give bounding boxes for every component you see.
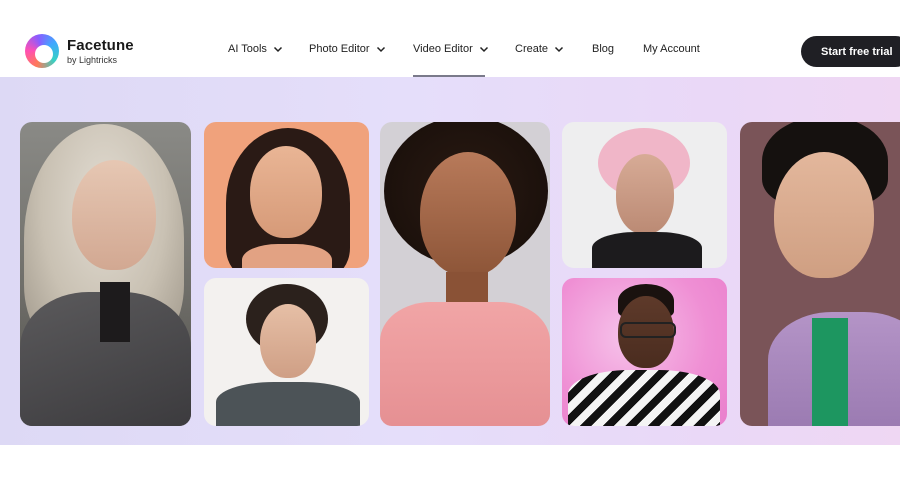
nav-video-editor[interactable]: Video Editor [413,43,489,55]
nav-label: AI Tools [228,43,267,55]
nav-label: Blog [592,43,615,55]
start-free-trial-button[interactable]: Start free trial [801,36,900,67]
nav-label: Video Editor [413,43,473,55]
portrait-woman-orange-bg [204,122,369,268]
chevron-down-icon [376,46,385,53]
hero-photo-grid [0,77,900,445]
facetune-logo[interactable]: Facetune by Lightricks [25,34,134,68]
nav-ai-tools[interactable]: AI Tools [228,43,283,55]
brand-name: Facetune [67,36,134,54]
portrait-man-glasses [562,278,727,426]
cta-label: Start free trial [821,45,893,58]
brand-subtitle: by Lightricks [67,54,118,65]
nav-my-account[interactable]: My Account [643,43,700,55]
nav-create[interactable]: Create [515,43,564,55]
portrait-person-pink-hair [562,122,727,268]
nav-photo-editor[interactable]: Photo Editor [309,43,386,55]
nav-label: Photo Editor [309,43,370,55]
chevron-down-icon [273,46,282,53]
portrait-woman-curly-hair [204,278,369,426]
facetune-logo-icon [25,34,59,68]
portrait-man-denim-jacket [740,122,900,426]
site-header: Facetune by Lightricks AI Tools Photo Ed… [0,0,900,77]
nav-label: Create [515,43,549,55]
portrait-woman-pink-shirt [380,122,550,426]
nav-blog[interactable]: Blog [592,43,614,55]
nav-label: My Account [643,43,700,55]
chevron-down-icon [479,46,488,53]
chevron-down-icon [555,46,564,53]
portrait-woman-gray-hair [20,122,191,426]
